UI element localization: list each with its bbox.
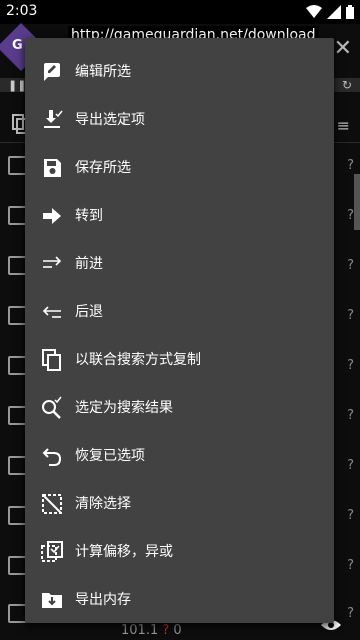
menu-item-select-as-result[interactable]: 选定为搜索结果 [25,384,334,432]
pause-icon[interactable]: ❚❚ [8,79,26,92]
arrow-right-icon [43,208,61,224]
status-time: 2:03 [6,3,38,19]
forward-icon [43,256,62,268]
menu-item-label: 恢复已选项 [75,448,145,464]
refresh-icon[interactable]: ↻ [342,78,352,92]
status-bar: 2:03 [0,0,360,24]
bottom-value-marker: ? [162,623,170,638]
menu-item-goto[interactable]: 转到 [25,192,334,240]
back-icon [42,306,61,318]
bottom-value: 101.1 ? 0 [121,623,182,638]
menu-item-restore-selected[interactable]: 恢复已选项 [25,432,334,480]
menu-item-label: 导出选定项 [75,112,145,128]
scrollbar[interactable] [354,174,360,230]
bottom-value-suffix: 0 [173,623,182,638]
export-memory-icon [42,593,62,608]
calculate-icon [41,541,63,562]
menu-item-label: 转到 [75,208,103,224]
close-icon[interactable]: ✕ [334,36,352,61]
signal-icon [327,5,341,19]
row-unknown-icon: ? [347,308,354,323]
menu-item-back[interactable]: 后退 [25,288,334,336]
copy-icon [42,349,61,371]
battery-icon [346,5,354,19]
row-unknown-icon: ? [347,508,354,523]
menu-item-label: 保存所选 [75,160,131,176]
row-unknown-icon: ? [347,358,354,373]
menu-item-label: 编辑所选 [75,64,131,80]
row-unknown-icon: ? [347,208,354,223]
menu-item-label: 前进 [75,256,103,272]
row-unknown-icon: ? [347,606,354,621]
menu-item-label: 后退 [75,304,103,320]
clear-selection-icon [42,494,62,514]
save-icon [44,159,61,177]
edit-icon [44,63,60,81]
app-logo-letter: G [12,38,23,53]
menu-item-label: 导出内存 [75,592,131,608]
search-check-icon [42,396,62,419]
menu-icon[interactable]: ≡ [337,116,350,135]
context-menu: 编辑所选 导出选定项 保存所选 转到 前进 后退 以联合搜索方式复制 选定为搜索… [25,38,334,623]
menu-item-forward[interactable]: 前进 [25,240,334,288]
menu-item-label: 计算偏移，异或 [75,544,173,560]
menu-item-label: 清除选择 [75,496,131,512]
menu-item-save-selected[interactable]: 保存所选 [25,144,334,192]
menu-item-export-selected[interactable]: 导出选定项 [25,96,334,144]
menu-item-copy-joint-search[interactable]: 以联合搜索方式复制 [25,336,334,384]
menu-item-export-memory[interactable]: 导出内存 [25,576,334,624]
menu-item-label: 选定为搜索结果 [75,400,173,416]
row-unknown-icon: ? [347,558,354,573]
export-icon [44,110,63,128]
row-unknown-icon: ? [347,158,354,173]
bottom-value-number: 101.1 [121,623,159,638]
row-unknown-icon: ? [347,258,354,273]
wifi-icon [306,5,322,18]
menu-item-label: 以联合搜索方式复制 [75,352,201,368]
row-unknown-icon: ? [347,408,354,423]
menu-item-calculate-offset-xor[interactable]: 计算偏移，异或 [25,528,334,576]
menu-item-clear-selection[interactable]: 清除选择 [25,480,334,528]
row-unknown-icon: ? [347,458,354,473]
menu-item-edit-selected[interactable]: 编辑所选 [25,48,334,96]
status-icons [306,5,354,19]
undo-icon [42,448,62,466]
